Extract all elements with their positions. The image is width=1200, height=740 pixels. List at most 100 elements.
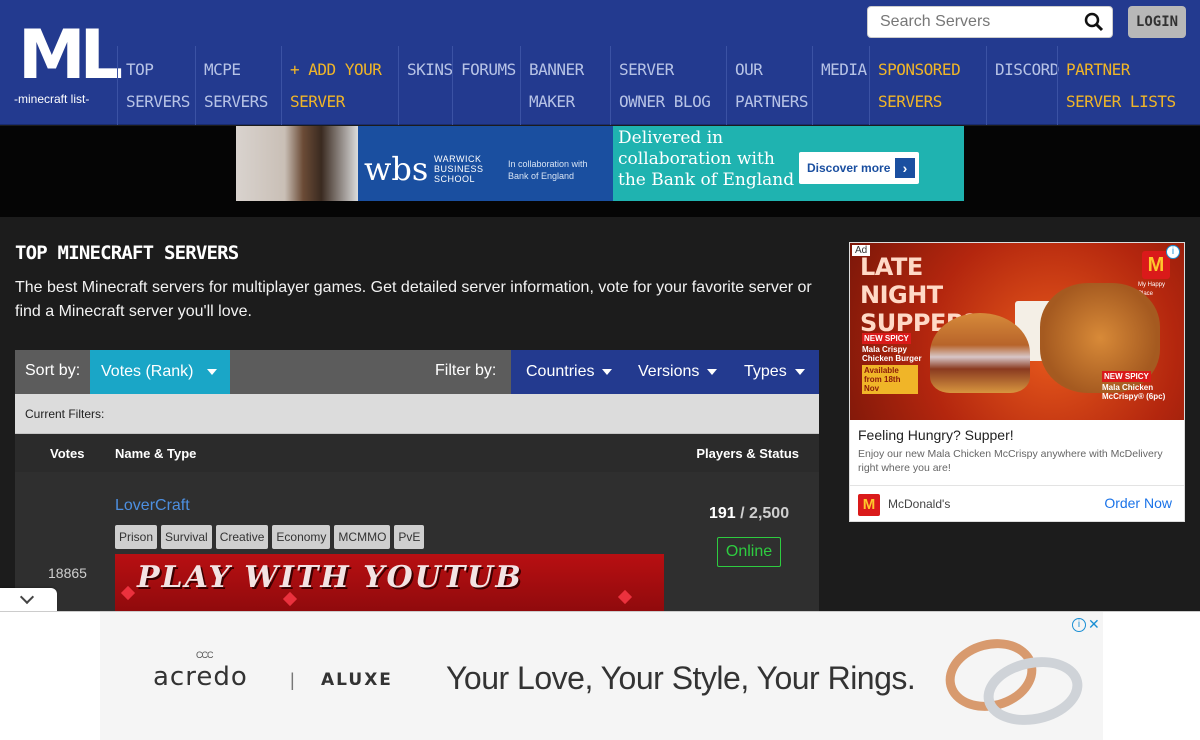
- nav-forums[interactable]: FORUMS: [452, 46, 520, 125]
- search-input[interactable]: [868, 7, 1068, 37]
- advertiser-logo: M: [858, 494, 880, 516]
- ad-cta-button[interactable]: Discover more ›: [799, 152, 919, 184]
- server-banner[interactable]: PLAY WITH YOUTUB: [115, 554, 664, 611]
- chicken-label: Mala Chicken McCrispy® (6pc): [1102, 383, 1166, 401]
- plus-icon: +: [290, 60, 300, 79]
- page-title: TOP MINECRAFT SERVERS: [15, 242, 239, 264]
- server-votes: 18865: [48, 565, 87, 581]
- page-description: The best Minecraft servers for multiplay…: [15, 279, 812, 320]
- burger-tag: NEW SPICY: [862, 333, 911, 344]
- site-header: ML -minecraft list- LOGIN TOP SERVERS MC…: [0, 0, 1200, 125]
- acredo-mark: CCC: [196, 650, 213, 660]
- search-icon[interactable]: [1084, 12, 1104, 32]
- players-online: 191: [709, 505, 736, 522]
- logo-subtitle: -minecraft list-: [14, 92, 90, 106]
- wbs-name: WARWICK BUSINESS SCHOOL: [434, 154, 484, 184]
- sort-value: Votes (Rank): [101, 363, 194, 380]
- ad-brand-panel: wbs WARWICK BUSINESS SCHOOL In collabora…: [358, 126, 613, 201]
- nav-server-owner-blog[interactable]: SERVER OWNER BLOG: [610, 46, 726, 125]
- current-filters: Current Filters:: [15, 394, 819, 434]
- filter-countries[interactable]: Countries: [511, 350, 623, 394]
- filter-types-label: Types: [744, 363, 787, 380]
- side-ad[interactable]: Ad LATE NIGHT SUPPER? M My Happy Place N…: [849, 242, 1185, 522]
- nav-media[interactable]: MEDIA: [812, 46, 869, 125]
- heart-icon: [617, 589, 633, 605]
- sort-filter-toolbar: Sort by: Votes (Rank) Filter by: Countri…: [15, 350, 819, 394]
- ad-info-icon[interactable]: i: [1072, 618, 1086, 632]
- server-tag[interactable]: MCMMO: [334, 525, 391, 549]
- sort-dropdown[interactable]: Votes (Rank): [90, 350, 230, 394]
- advertiser-name: McDonald's: [888, 497, 951, 511]
- nav-mcpe-servers[interactable]: MCPE SERVERS: [195, 46, 281, 125]
- ad-advertiser-bar: M McDonald's Order Now: [850, 485, 1184, 521]
- wbs-collab: In collaboration with Bank of England: [508, 159, 588, 181]
- server-name-link[interactable]: LoverCraft: [115, 497, 190, 515]
- filter-group: Countries Versions Types: [511, 350, 819, 394]
- filter-versions-label: Versions: [638, 363, 700, 380]
- ad-promo-image: Ad LATE NIGHT SUPPER? M My Happy Place N…: [850, 243, 1184, 420]
- ad-cta-label: Discover more: [807, 161, 891, 175]
- login-button[interactable]: LOGIN: [1128, 6, 1186, 38]
- chevron-down-icon: [19, 589, 35, 605]
- nav-discord[interactable]: DISCORD: [986, 46, 1059, 125]
- order-now-button[interactable]: Order Now: [1104, 495, 1172, 511]
- caret-down-icon: [602, 368, 613, 375]
- site-logo[interactable]: ML -minecraft list-: [14, 16, 123, 110]
- banner-text: PLAY WITH YOUTUB: [137, 560, 523, 595]
- nav-sponsored-servers[interactable]: SPONSORED SERVERS: [869, 46, 986, 125]
- caret-down-icon: [707, 368, 718, 375]
- brand-separator: |: [290, 670, 295, 690]
- server-tag[interactable]: PvE: [394, 525, 425, 549]
- server-tag[interactable]: Prison: [115, 525, 158, 549]
- nav-add-label: ADD YOUR SERVER: [290, 60, 382, 111]
- server-tag[interactable]: Survival: [161, 525, 212, 549]
- ad-title: Feeling Hungry? Supper!: [858, 427, 1014, 443]
- close-icon[interactable]: ✕: [1088, 616, 1100, 633]
- bottom-sticky-ad: CCC acredo | ALUXE Your Love, Your Style…: [0, 611, 1200, 740]
- sort-label: Sort by:: [25, 362, 81, 379]
- available-date: Available from 18th Nov: [862, 365, 918, 394]
- nav-our-partners[interactable]: OUR PARTNERS: [726, 46, 812, 125]
- caret-down-icon: [794, 368, 805, 375]
- server-players: 191 / 2,500: [709, 505, 790, 522]
- column-name: Name & Type: [115, 446, 197, 461]
- wbs-logo: wbs: [364, 150, 429, 188]
- table-row: 18865 LoverCraft Prison Survival Creativ…: [15, 472, 819, 611]
- column-votes: Votes: [50, 446, 85, 461]
- filter-label: Filter by:: [435, 362, 497, 379]
- caret-down-icon: [207, 368, 218, 375]
- server-tag[interactable]: Creative: [215, 525, 269, 549]
- column-players: Players & Status: [696, 446, 799, 461]
- nav-top-servers[interactable]: TOP SERVERS: [117, 46, 195, 125]
- chicken-tag: NEW SPICY: [1102, 371, 1151, 382]
- bottom-ad-creative[interactable]: CCC acredo | ALUXE Your Love, Your Style…: [100, 612, 1103, 740]
- ad-body: Enjoy our new Mala Chicken McCrispy anyw…: [858, 448, 1163, 474]
- ad-info-icon[interactable]: i: [1166, 245, 1180, 259]
- logo-mark: ML: [18, 16, 123, 95]
- main-nav: TOP SERVERS MCPE SERVERS + ADD YOUR SERV…: [117, 46, 1185, 125]
- nav-add-your-server[interactable]: + ADD YOUR SERVER: [281, 46, 398, 125]
- nav-banner-maker[interactable]: BANNER MAKER: [520, 46, 610, 125]
- server-tags: Prison Survival Creative Economy MCMMO P…: [115, 525, 425, 549]
- players-max: 2,500: [749, 505, 790, 522]
- top-banner-ad[interactable]: wbs WARWICK BUSINESS SCHOOL In collabora…: [236, 126, 964, 201]
- nav-skins[interactable]: SKINS: [398, 46, 453, 125]
- top-ad-strip: wbs WARWICK BUSINESS SCHOOL In collabora…: [0, 126, 1200, 217]
- table-header: Votes Name & Type Players & Status: [15, 434, 819, 472]
- collapse-ad-tab[interactable]: [0, 588, 57, 611]
- chevron-right-icon: ›: [895, 158, 915, 178]
- burger-label: Mala Crispy Chicken Burger: [862, 345, 922, 363]
- filter-versions[interactable]: Versions: [623, 350, 729, 394]
- burger-image: [930, 313, 1030, 393]
- heart-icon: [120, 585, 136, 601]
- server-tag[interactable]: Economy: [272, 525, 331, 549]
- status-badge: Online: [717, 537, 781, 567]
- aluxe-logo: ALUXE: [321, 670, 393, 690]
- ad-photo: [236, 126, 358, 201]
- acredo-logo: acredo: [153, 662, 248, 692]
- ad-tagline: Your Love, Your Style, Your Rings.: [446, 660, 916, 696]
- filter-types[interactable]: Types: [729, 350, 819, 394]
- filter-countries-label: Countries: [526, 363, 595, 380]
- search-box: [867, 6, 1113, 38]
- nav-partner-server-lists[interactable]: PARTNER SERVER LISTS: [1057, 46, 1185, 125]
